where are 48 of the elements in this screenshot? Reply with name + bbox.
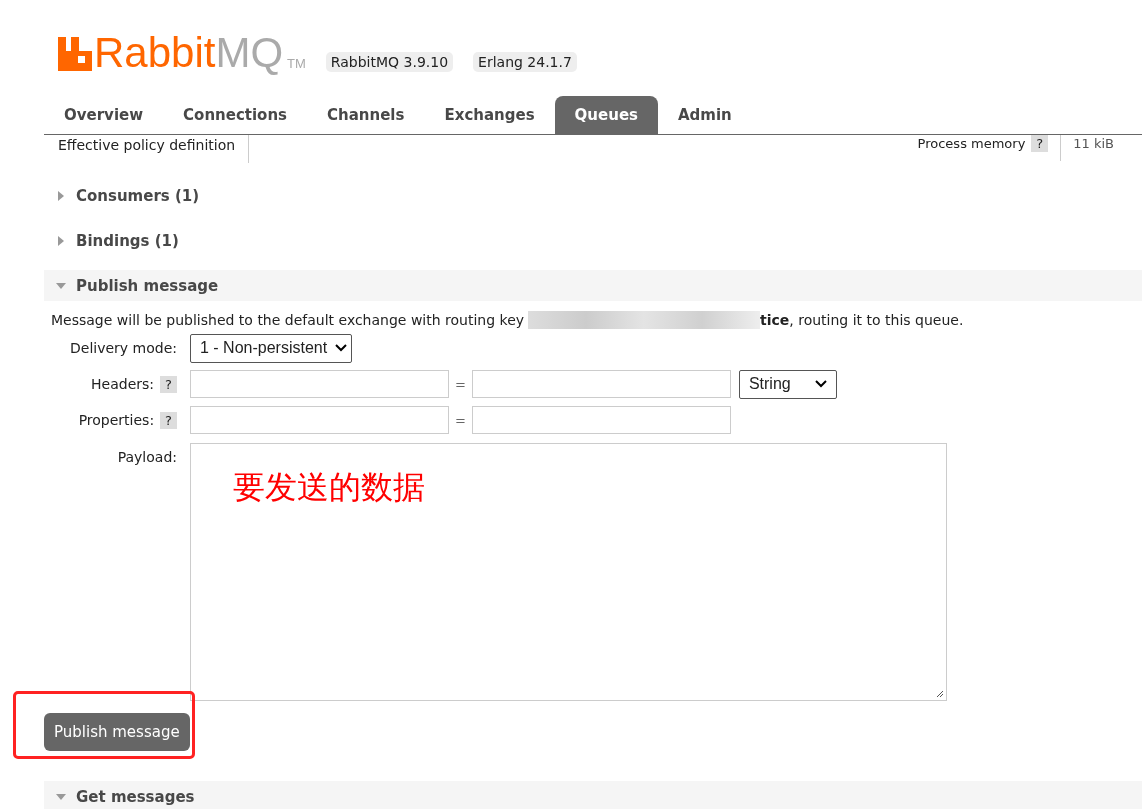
property-key-field[interactable]: [190, 406, 449, 434]
field-label: Headers:: [91, 376, 155, 392]
nav-tab[interactable]: Overview: [44, 96, 164, 134]
section-header[interactable]: Publish message: [44, 270, 1142, 301]
header-type-select[interactable]: String: [738, 369, 837, 399]
section-title: Bindings (1): [76, 231, 179, 250]
expanded-icon: [56, 280, 66, 291]
section-header[interactable]: Bindings (1): [44, 225, 1142, 256]
help-button[interactable]: ?: [160, 411, 177, 429]
field-label: Delivery mode:: [70, 340, 177, 356]
equals-sign: =: [455, 412, 466, 428]
nav-tab[interactable]: Channels: [307, 96, 425, 134]
detail-label: Effective policy definition: [44, 135, 250, 163]
section-title: Consumers (1): [76, 186, 200, 205]
resize-grip-icon: [934, 688, 944, 698]
rabbitmq-logo: RabbitMQ TM: [58, 32, 306, 74]
version-badge: RabbitMQ 3.9.10: [325, 52, 454, 72]
section-header[interactable]: Consumers (1): [44, 180, 1142, 211]
section-title: Publish message: [76, 276, 219, 295]
nav-tab[interactable]: Queues: [554, 96, 658, 134]
caret-icon: [814, 380, 827, 388]
payload-field[interactable]: 要发送的数据: [190, 443, 947, 701]
section-title: Get messages: [76, 787, 195, 806]
collapsed-icon: [56, 190, 66, 201]
help-button[interactable]: ?: [160, 375, 177, 393]
publish-note-end: tice, routing it to this queue.: [760, 312, 964, 328]
annotation-text: 要发送的数据: [233, 468, 425, 506]
header-value-field[interactable]: [471, 370, 731, 398]
logo-icon: [58, 37, 92, 71]
nav-tab[interactable]: Exchanges: [424, 96, 555, 134]
nav-tab[interactable]: Admin: [658, 96, 752, 134]
publish-message-button[interactable]: Publish message: [44, 713, 190, 751]
publish-note: Message will be published to the default exchange with routing key: [51, 312, 525, 328]
help-button[interactable]: ?: [1031, 135, 1049, 152]
stat-label: Process memory: [917, 135, 1026, 151]
collapsed-icon: [56, 235, 66, 246]
caret-icon: [335, 344, 348, 352]
version-badge: Erlang 24.1.7: [473, 52, 577, 72]
field-label: Properties:: [78, 412, 155, 428]
equals-sign: =: [455, 376, 466, 392]
stat-value: 11 kiB: [1060, 135, 1142, 161]
field-label: Payload:: [117, 449, 177, 465]
expanded-icon: [56, 791, 66, 802]
section-header[interactable]: Get messages: [44, 781, 1142, 809]
property-value-field[interactable]: [471, 406, 731, 434]
nav-tab[interactable]: Connections: [163, 96, 308, 134]
header-key-field[interactable]: [190, 370, 449, 398]
delivery-mode-select[interactable]: 1 - Non-persistent: [190, 333, 353, 363]
